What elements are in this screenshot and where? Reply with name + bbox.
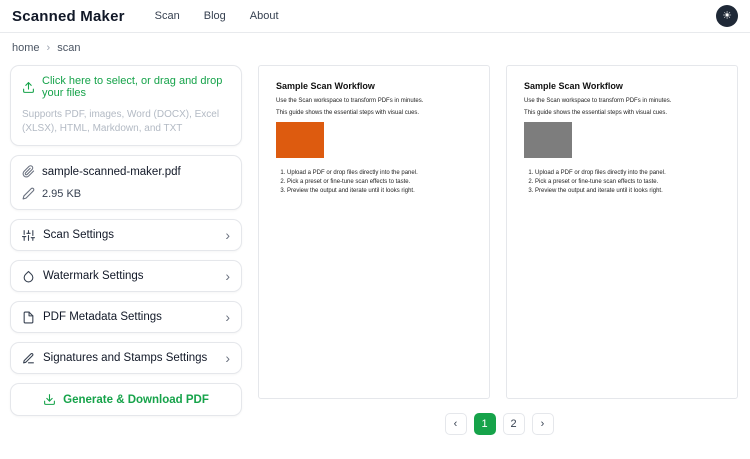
pagination-page-1-button[interactable]: 1 [474, 413, 496, 435]
file-size: 2.95 KB [42, 188, 81, 200]
generate-label: Generate & Download PDF [63, 394, 209, 406]
pagination-page-2-button[interactable]: 2 [503, 413, 525, 435]
section-label: PDF Metadata Settings [43, 311, 162, 323]
preview-row: Sample Scan Workflow Use the Scan worksp… [258, 65, 740, 399]
paperclip-icon [22, 165, 35, 178]
chevron-right-icon: › [225, 310, 230, 324]
upload-hint: Supports PDF, images, Word (DOCX), Excel… [22, 108, 230, 135]
sliders-icon [22, 229, 35, 242]
chevron-right-icon: › [225, 269, 230, 283]
droplet-icon [22, 270, 35, 283]
file-size-row: 2.95 KB [22, 187, 230, 200]
section-watermark-settings[interactable]: Watermark Settings › [10, 260, 242, 292]
preview-line: This guide shows the essential steps wit… [524, 110, 720, 116]
section-label: Watermark Settings [43, 270, 144, 282]
section-label: Signatures and Stamps Settings [43, 352, 207, 364]
pen-icon [22, 352, 35, 365]
nav-about[interactable]: About [250, 10, 279, 22]
section-signatures-stamps-settings[interactable]: Signatures and Stamps Settings › [10, 342, 242, 374]
theme-toggle-button[interactable]: ☀ [716, 5, 738, 27]
chevron-right-icon: › [225, 351, 230, 365]
pagination-prev-button[interactable]: ‹ [445, 413, 467, 435]
upload-label: Click here to select, or drag and drop y… [42, 75, 230, 99]
breadcrumb-current: scan [57, 42, 80, 54]
upload-link[interactable]: Click here to select, or drag and drop y… [22, 75, 230, 99]
upload-icon [22, 81, 35, 94]
brand-title[interactable]: Scanned Maker [12, 8, 125, 25]
section-pdf-metadata-settings[interactable]: PDF Metadata Settings › [10, 301, 242, 333]
file-name: sample-scanned-maker.pdf [42, 166, 181, 178]
nav-scan[interactable]: Scan [155, 10, 180, 22]
content: Click here to select, or drag and drop y… [0, 59, 750, 435]
sun-icon: ☀ [722, 11, 732, 22]
breadcrumb: home › scan [0, 33, 750, 59]
preview-step: Upload a PDF or drop files directly into… [535, 170, 720, 176]
preview-image-orange [276, 122, 324, 158]
sidebar: Click here to select, or drag and drop y… [10, 65, 242, 435]
pagination-next-button[interactable]: › [532, 413, 554, 435]
preview-step: Pick a preset or fine-tune scan effects … [535, 179, 720, 185]
preview-line: Use the Scan workspace to transform PDFs… [524, 98, 720, 104]
nav-blog[interactable]: Blog [204, 10, 226, 22]
preview-page-1: Sample Scan Workflow Use the Scan worksp… [258, 65, 490, 399]
file-name-row: sample-scanned-maker.pdf [22, 165, 230, 178]
preview-area: Sample Scan Workflow Use the Scan worksp… [258, 65, 740, 435]
preview-title: Sample Scan Workflow [524, 81, 720, 91]
preview-step: Preview the output and iterate until it … [287, 188, 472, 194]
breadcrumb-separator-icon: › [47, 42, 51, 54]
preview-step: Upload a PDF or drop files directly into… [287, 170, 472, 176]
header: Scanned Maker Scan Blog About ☀ [0, 0, 750, 33]
pencil-icon [22, 187, 35, 200]
upload-dropzone[interactable]: Click here to select, or drag and drop y… [10, 65, 242, 146]
document-icon [22, 311, 35, 324]
section-scan-settings[interactable]: Scan Settings › [10, 219, 242, 251]
file-card: sample-scanned-maker.pdf 2.95 KB [10, 155, 242, 210]
generate-download-button[interactable]: Generate & Download PDF [10, 383, 242, 416]
preview-steps: Upload a PDF or drop files directly into… [535, 170, 720, 194]
preview-image-gray [524, 122, 572, 158]
preview-title: Sample Scan Workflow [276, 81, 472, 91]
section-label: Scan Settings [43, 229, 114, 241]
preview-page-2: Sample Scan Workflow Use the Scan worksp… [506, 65, 738, 399]
preview-step: Pick a preset or fine-tune scan effects … [287, 179, 472, 185]
main-nav: Scan Blog About [155, 10, 279, 22]
preview-steps: Upload a PDF or drop files directly into… [287, 170, 472, 194]
chevron-right-icon: › [225, 228, 230, 242]
download-icon [43, 393, 56, 406]
preview-step: Preview the output and iterate until it … [535, 188, 720, 194]
pagination: ‹ 1 2 › [258, 413, 740, 435]
preview-line: Use the Scan workspace to transform PDFs… [276, 98, 472, 104]
breadcrumb-home[interactable]: home [12, 42, 40, 54]
preview-line: This guide shows the essential steps wit… [276, 110, 472, 116]
